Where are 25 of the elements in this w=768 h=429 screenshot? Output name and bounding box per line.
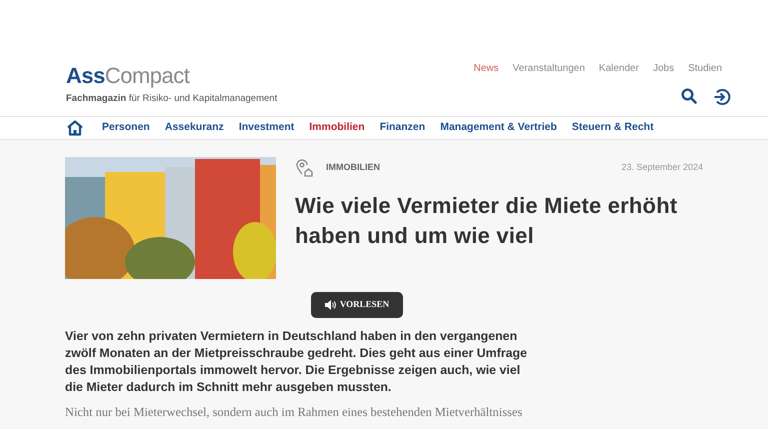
top-link[interactable]: Veranstaltungen	[512, 61, 585, 76]
logo[interactable]: AssCompact	[66, 62, 278, 90]
article-date: 23. September 2024	[621, 161, 703, 174]
nav-link[interactable]: Immobilien	[309, 120, 365, 136]
category-label[interactable]: IMMOBILIEN	[326, 161, 380, 175]
top-link[interactable]: Jobs	[652, 61, 674, 76]
home-icon[interactable]	[66, 120, 84, 136]
location-house-icon	[295, 159, 313, 177]
nav-link[interactable]: Steuern & Recht	[572, 120, 654, 136]
article-body: Nicht nur bei Mieterwechsel, sondern auch im Rahmen eines bestehenden Mietverhältnisses	[65, 404, 524, 420]
nav-link[interactable]: Assekuranz	[164, 120, 224, 136]
nav-link[interactable]: Finanzen	[380, 120, 426, 136]
top-link[interactable]: News	[474, 61, 499, 76]
search-icon[interactable]	[681, 88, 697, 104]
article-lead: Vier von zehn privaten Vermietern in Deutschland haben in den vergangenen zwölf Monaten an der Mietpreisschraube gedreht. Dies geht aus einer Umfrage des Immobilienportals immowelt hervor. Die Ergebnisse zeigen auch, wie viel die Mieter dadurch im Schnitt mehr ausgeben mussten.	[65, 328, 528, 396]
speaker-icon	[324, 300, 336, 310]
read-aloud-button[interactable]: VORLESEN	[310, 292, 404, 318]
top-link[interactable]: Kalender	[598, 61, 639, 76]
login-icon[interactable]	[713, 88, 731, 106]
nav-link[interactable]: Management & Vertrieb	[440, 120, 557, 136]
nav-link[interactable]: Personen	[102, 120, 150, 136]
article-title: Wie viele Vermieter die Miete erhöht haben und um wie viel	[295, 192, 678, 250]
top-link[interactable]: Studien	[688, 61, 722, 76]
nav-link[interactable]: Investment	[238, 120, 294, 136]
tagline: Fachmagazin für Risiko- und Kapitalmanagement	[66, 92, 278, 106]
